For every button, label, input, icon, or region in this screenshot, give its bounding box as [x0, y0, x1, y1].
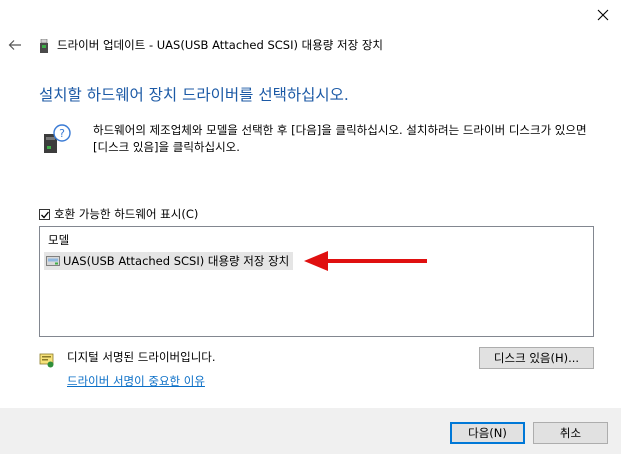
list-item[interactable]: UAS(USB Attached SCSI) 대용량 저장 장치 [44, 252, 294, 270]
driver-update-window: 드라이버 업데이트 - UAS(USB Attached SCSI) 대용량 저… [0, 0, 621, 454]
model-listbox[interactable]: 모델 UAS(USB Attached SCSI) 대용량 저장 장치 [39, 226, 594, 337]
instruction-text: 하드웨어의 제조업체와 모델을 선택한 후 [다음]을 클릭하십시오. 설치하려… [93, 123, 587, 154]
back-arrow-icon [8, 40, 21, 50]
storage-device-icon [46, 255, 60, 267]
next-button[interactable]: 다음(N) [450, 422, 525, 444]
device-help-icon: ? [42, 124, 72, 160]
checkmark-icon [41, 211, 50, 218]
window-title: 드라이버 업데이트 - UAS(USB Attached SCSI) 대용량 저… [57, 38, 383, 52]
red-arrow-icon [304, 251, 427, 271]
svg-text:?: ? [59, 127, 65, 140]
compatible-hardware-checkbox[interactable]: 호환 가능한 하드웨어 표시(C) [39, 206, 198, 222]
signed-driver-text: 디지털 서명된 드라이버입니다. [67, 350, 216, 364]
list-column-header: 모델 [48, 233, 70, 247]
signed-driver-icon [39, 352, 55, 372]
page-heading: 설치할 하드웨어 장치 드라이버를 선택하십시오. [39, 86, 349, 104]
driver-signing-link[interactable]: 드라이버 서명이 중요한 이유 [67, 373, 205, 389]
button-bar [0, 408, 621, 454]
back-button[interactable] [6, 36, 24, 54]
have-disk-button[interactable]: 디스크 있음(H)... [479, 347, 594, 369]
list-item-label: UAS(USB Attached SCSI) 대용량 저장 장치 [63, 254, 290, 268]
cancel-button[interactable]: 취소 [533, 422, 608, 444]
close-icon [597, 9, 609, 21]
checkbox-box[interactable] [39, 208, 50, 220]
close-button[interactable] [585, 0, 621, 30]
usb-drive-icon [39, 38, 49, 57]
compatible-hardware-label: 호환 가능한 하드웨어 표시(C) [54, 207, 199, 221]
